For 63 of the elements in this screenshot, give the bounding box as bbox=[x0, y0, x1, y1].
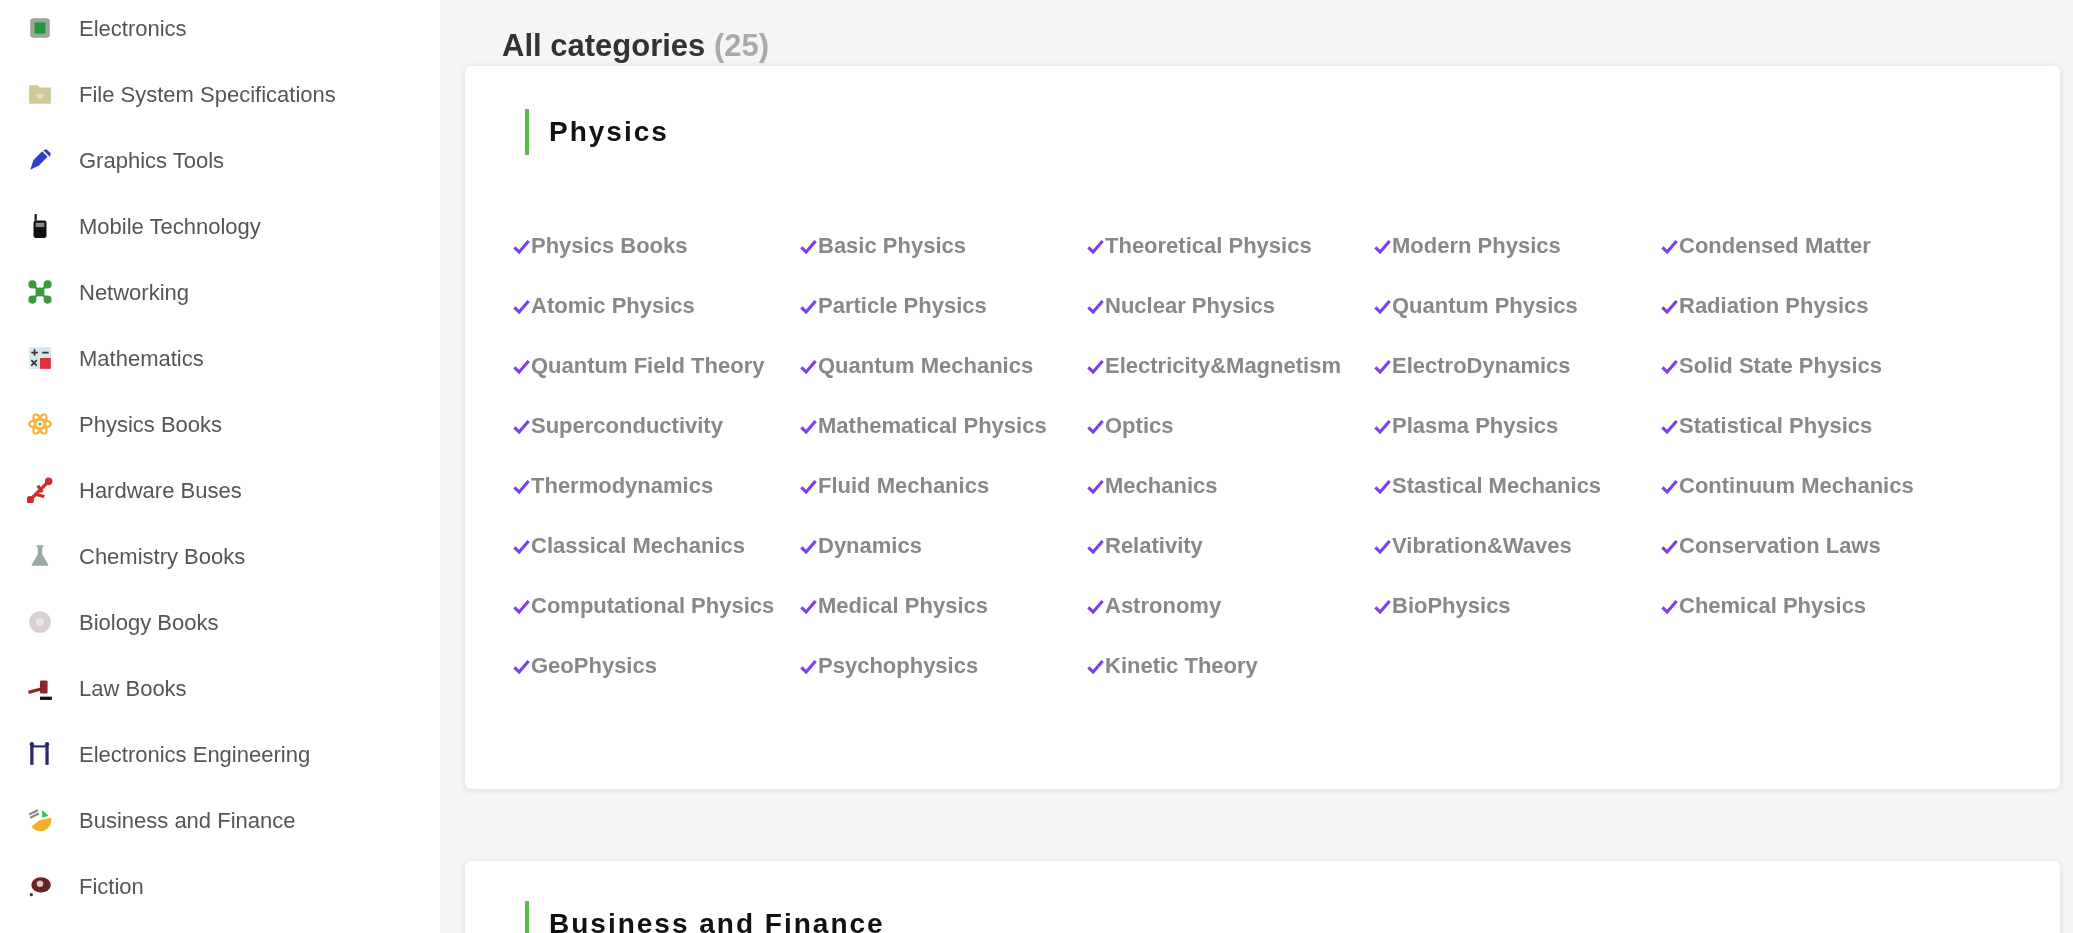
section-title: Physics bbox=[549, 115, 669, 149]
category-link[interactable]: Thermodynamics bbox=[512, 470, 799, 502]
category-link[interactable]: Physics Books bbox=[512, 230, 799, 262]
category-link[interactable]: Modern Physics bbox=[1373, 230, 1660, 262]
sidebar-item[interactable]: Mobile Technology bbox=[0, 193, 440, 259]
sidebar-item[interactable]: Mathematics bbox=[0, 325, 440, 391]
accent-bar bbox=[525, 109, 529, 155]
sidebar-item[interactable]: File System Specifications bbox=[0, 61, 440, 127]
category-link[interactable]: Quantum Mechanics bbox=[799, 350, 1086, 382]
sidebar-item[interactable]: Fiction bbox=[0, 853, 440, 919]
sidebar-item[interactable]: Business and Finance bbox=[0, 787, 440, 853]
chip-icon bbox=[27, 15, 53, 41]
page-title: All categories (25) bbox=[501, 27, 771, 65]
sidebar-item[interactable]: Law Books bbox=[0, 655, 440, 721]
category-link[interactable]: Quantum Physics bbox=[1373, 290, 1660, 322]
category-link[interactable]: Particle Physics bbox=[799, 290, 1086, 322]
category-link[interactable]: Quantum Field Theory bbox=[512, 350, 799, 382]
category-link[interactable]: Conservation Laws bbox=[1660, 530, 1947, 562]
category-link[interactable]: Theoretical Physics bbox=[1086, 230, 1373, 262]
category-link[interactable]: Atomic Physics bbox=[512, 290, 799, 322]
pen-nib-icon bbox=[27, 147, 53, 173]
category-link[interactable]: Nuclear Physics bbox=[1086, 290, 1373, 322]
category-link[interactable]: Radiation Physics bbox=[1660, 290, 1947, 322]
category-link[interactable]: Statistical Physics bbox=[1660, 410, 1947, 442]
category-link[interactable]: Plasma Physics bbox=[1373, 410, 1660, 442]
category-link[interactable]: Astronomy bbox=[1086, 590, 1373, 622]
sidebar-item[interactable]: Networking bbox=[0, 259, 440, 325]
category-link[interactable]: ElectroDynamics bbox=[1373, 350, 1660, 382]
category-link[interactable]: BioPhysics bbox=[1373, 590, 1660, 622]
sidebar-item[interactable]: Graphics Tools bbox=[0, 127, 440, 193]
category-link[interactable]: Chemical Physics bbox=[1660, 590, 1947, 622]
category-link[interactable]: Psychophysics bbox=[799, 650, 1086, 682]
category-link[interactable]: Optics bbox=[1086, 410, 1373, 442]
category-link[interactable]: Medical Physics bbox=[799, 590, 1086, 622]
category-link[interactable]: Electricity&Magnetism bbox=[1086, 350, 1373, 382]
category-link[interactable]: Classical Mechanics bbox=[512, 530, 799, 562]
atom-icon bbox=[27, 411, 53, 437]
category-link[interactable]: Mechanics bbox=[1086, 470, 1373, 502]
category-link[interactable]: Computational Physics bbox=[512, 590, 799, 622]
sidebar-item[interactable]: Electronics Engineering bbox=[0, 721, 440, 787]
connector-icon bbox=[27, 477, 53, 503]
category-link[interactable]: Dynamics bbox=[799, 530, 1086, 562]
category-link[interactable]: Fluid Mechanics bbox=[799, 470, 1086, 502]
category-link[interactable]: Solid State Physics bbox=[1660, 350, 1947, 382]
category-link[interactable]: Vibration&Waves bbox=[1373, 530, 1660, 562]
category-link[interactable]: Stastical Mechanics bbox=[1373, 470, 1660, 502]
category-link[interactable]: Kinetic Theory bbox=[1086, 650, 1373, 682]
sidebar-item[interactable]: Electronics bbox=[0, 0, 440, 61]
sidebar-item[interactable]: Chemistry Books bbox=[0, 523, 440, 589]
category-link[interactable]: Basic Physics bbox=[799, 230, 1086, 262]
sidebar-item[interactable]: Hardware Buses bbox=[0, 457, 440, 523]
category-link[interactable]: Superconductivity bbox=[512, 410, 799, 442]
category-link[interactable]: Continuum Mechanics bbox=[1660, 470, 1947, 502]
network-icon bbox=[27, 279, 53, 305]
category-link[interactable]: Relativity bbox=[1086, 530, 1373, 562]
section-title: Business and Finance bbox=[549, 907, 885, 933]
sidebar-item[interactable]: Physics Books bbox=[0, 391, 440, 457]
pie-chart-icon bbox=[27, 807, 53, 833]
category-link[interactable]: Mathematical Physics bbox=[799, 410, 1086, 442]
calculator-icon bbox=[27, 345, 53, 371]
category-link[interactable]: Condensed Matter bbox=[1660, 230, 1947, 262]
sidebar-item[interactable]: Biology Books bbox=[0, 589, 440, 655]
category-link[interactable]: GeoPhysics bbox=[512, 650, 799, 682]
